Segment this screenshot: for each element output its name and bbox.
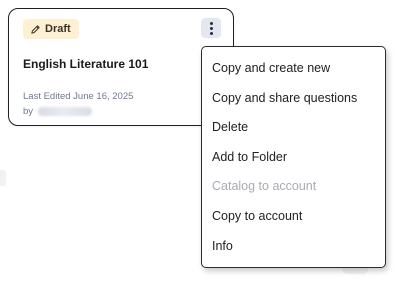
author-by-label: by — [23, 106, 34, 117]
last-edited-date: Last Edited June 16, 2025 — [23, 91, 134, 102]
menu-item-info[interactable]: Info — [202, 232, 385, 262]
menu-item-catalog-to-account: Catalog to account — [212, 179, 317, 194]
card-title[interactable]: English Literature 101 — [23, 57, 148, 71]
menu-item-add-to-folder[interactable]: Add to Folder — [202, 143, 385, 173]
draft-badge-label: Draft — [45, 23, 71, 35]
page: Draft English Literature 101 Last Edited… — [0, 0, 400, 282]
background-card-edge — [0, 170, 6, 186]
kebab-menu-icon — [209, 21, 213, 25]
menu-item-copy-and-share-questions[interactable]: Copy and share questions — [202, 84, 385, 114]
menu-item-delete[interactable]: Delete — [202, 113, 385, 143]
options-menu: Copy and create new Copy and share quest… — [201, 46, 386, 268]
menu-item-copy-and-create-new[interactable]: Copy and create new — [202, 54, 385, 84]
draft-badge: Draft — [23, 19, 79, 39]
more-options-button[interactable] — [201, 18, 221, 38]
author-line: by — [23, 106, 93, 117]
menu-item-copy-to-account[interactable]: Copy to account — [202, 202, 385, 232]
pencil-icon — [30, 24, 41, 35]
author-name-redacted — [38, 107, 93, 116]
